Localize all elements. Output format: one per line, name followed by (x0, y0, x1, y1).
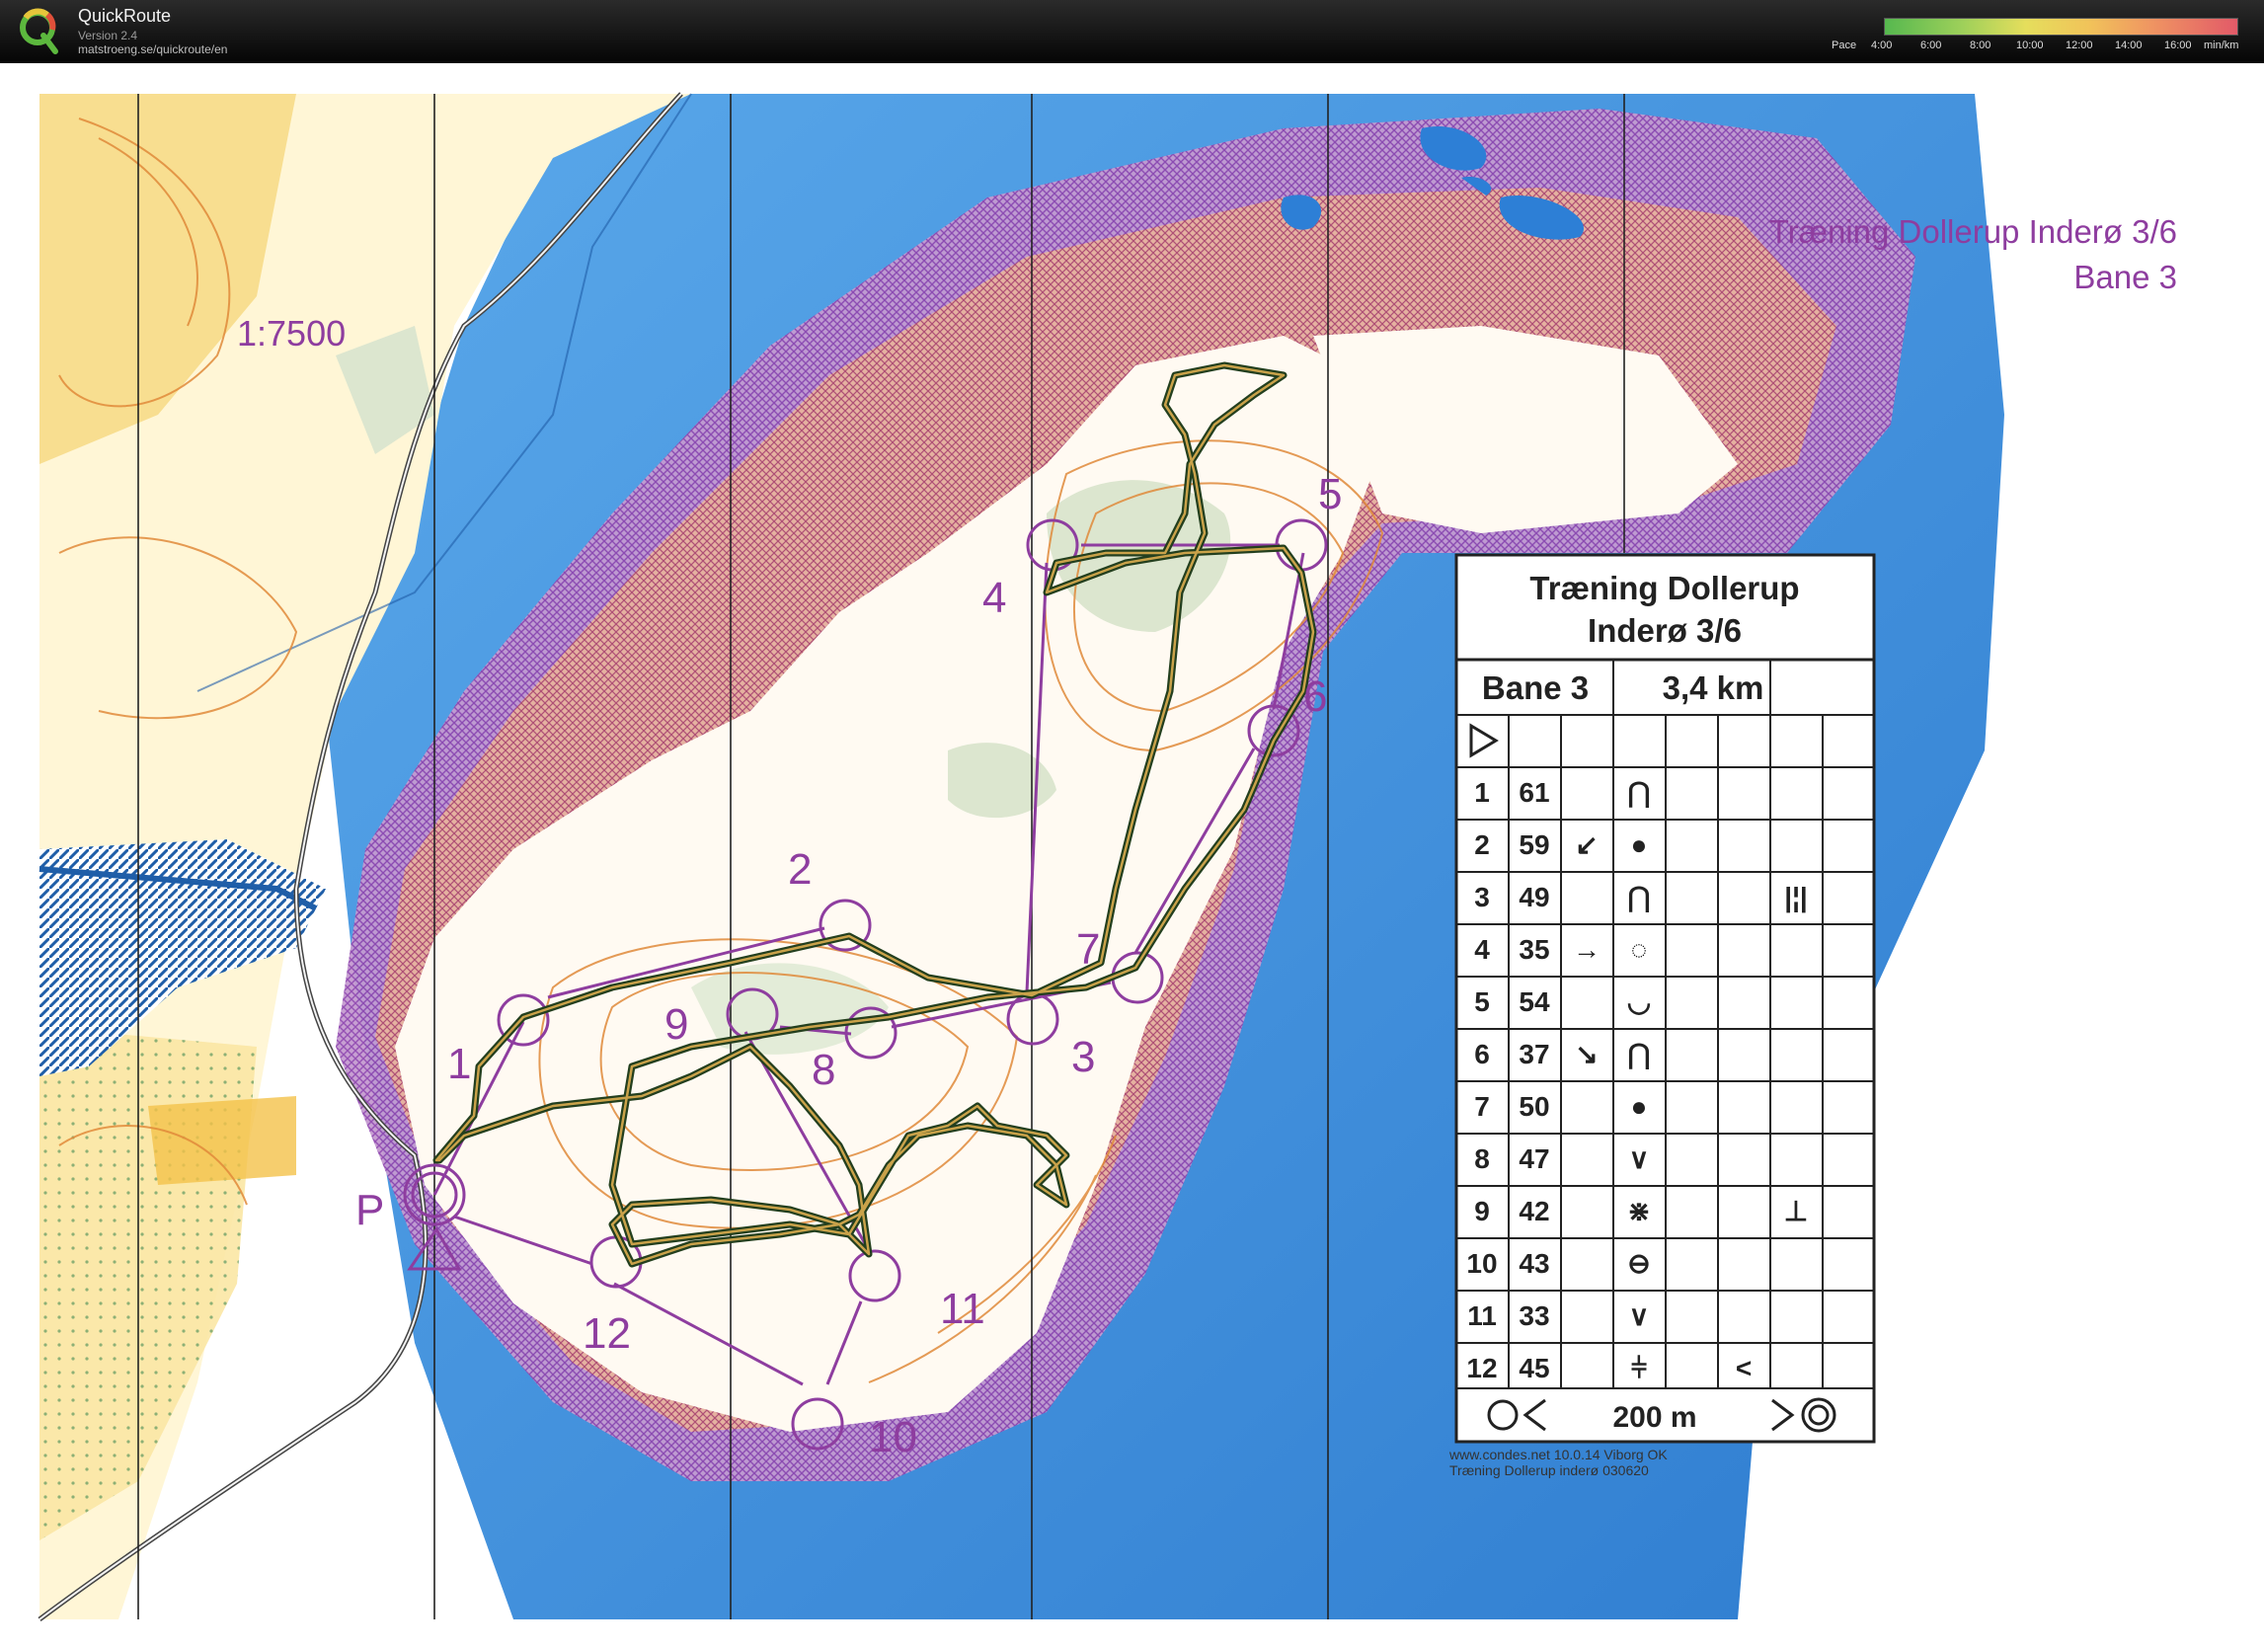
control-number: 5 (1318, 470, 1342, 518)
finish-distance: 200 m (1612, 1401, 1696, 1434)
pace-label: Pace (1832, 39, 1857, 51)
row-feature: ∨ (1629, 1143, 1650, 1174)
control-number: 8 (812, 1046, 835, 1094)
row-feature: ◡ (1627, 986, 1651, 1017)
row-number: 8 (1474, 1143, 1490, 1174)
control-number: 3 (1071, 1033, 1095, 1081)
row-code: 47 (1519, 1143, 1549, 1174)
row-feature: ⋇ (1627, 1196, 1650, 1226)
pace-legend: Pace 4:00 6:00 8:00 10:00 12:00 14:00 16… (1832, 16, 2256, 55)
row-code: 37 (1519, 1039, 1549, 1069)
row-code: 61 (1519, 777, 1549, 808)
row-feature: ⋂ (1628, 1039, 1651, 1069)
description-footer: www.condes.net 10.0.14 Viborg OK (1448, 1447, 1668, 1462)
description-title: Træning Dollerup (1529, 570, 1799, 606)
control-number: 12 (583, 1309, 631, 1358)
description-length: 3,4 km (1663, 669, 1764, 706)
app-header: QuickRoute Version 2.4 matstroeng.se/qui… (0, 0, 2264, 63)
row-number: 6 (1474, 1039, 1490, 1069)
row-feature: ∨ (1629, 1300, 1650, 1331)
control-number: 9 (664, 1000, 688, 1049)
app-url[interactable]: matstroeng.se/quickroute/en (78, 42, 227, 56)
row-number: 3 (1474, 882, 1490, 912)
description-course: Bane 3 (1482, 669, 1589, 706)
row-number: 4 (1474, 934, 1490, 965)
row-direction: ↘ (1575, 1039, 1598, 1069)
pace-color-scale (1884, 18, 2238, 36)
row-feature: ⋂ (1628, 777, 1651, 808)
parking-label: P (355, 1186, 384, 1234)
row-code: 45 (1519, 1353, 1549, 1383)
control-number: 2 (788, 845, 812, 894)
row-code: 42 (1519, 1196, 1549, 1226)
pace-tick: 10:00 (2016, 39, 2044, 51)
pace-unit: min/km (2204, 39, 2239, 51)
row-extra: < (1736, 1353, 1752, 1383)
pace-tick: 14:00 (2115, 39, 2143, 51)
pace-tick: 4:00 (1871, 39, 1893, 51)
map-canvas[interactable]: 1:7500 Træning Dollerup Inderø 3/6 Bane … (0, 63, 2264, 1652)
pace-tick: 12:00 (2066, 39, 2093, 51)
control-number: 11 (940, 1285, 985, 1333)
row-code: 50 (1519, 1091, 1549, 1122)
row-extra: |¦| (1784, 882, 1808, 912)
row-feature: ⋂ (1628, 882, 1651, 912)
row-number: 11 (1467, 1300, 1497, 1331)
row-number: 1 (1474, 777, 1490, 808)
description-subtitle: Inderø 3/6 (1588, 612, 1742, 649)
row-number: 10 (1466, 1248, 1497, 1279)
control-number: 7 (1076, 925, 1100, 974)
pace-tick: 16:00 (2164, 39, 2192, 51)
app-name: QuickRoute (78, 6, 172, 26)
control-number: 4 (982, 574, 1006, 622)
quickroute-logo-icon (20, 8, 58, 54)
control-number: 1 (447, 1040, 471, 1088)
row-feature: ⫩ (1631, 1353, 1647, 1383)
description-footer-2: Træning Dollerup inderø 030620 (1449, 1462, 1649, 1478)
row-number: 12 (1466, 1353, 1497, 1383)
row-feature: ● (1631, 1091, 1648, 1122)
row-code: 59 (1519, 829, 1549, 860)
map-title: Træning Dollerup Inderø 3/6 (1769, 213, 2177, 250)
pace-tick: 6:00 (1920, 39, 1942, 51)
row-feature: ⊖ (1627, 1248, 1650, 1279)
row-number: 7 (1474, 1091, 1490, 1122)
row-number: 2 (1474, 829, 1490, 860)
row-code: 43 (1519, 1248, 1549, 1279)
row-code: 49 (1519, 882, 1549, 912)
row-code: 33 (1519, 1300, 1549, 1331)
map-course-name: Bane 3 (2073, 259, 2177, 295)
row-direction: → (1573, 934, 1600, 965)
pace-tick: 8:00 (1970, 39, 1991, 51)
control-number: 10 (869, 1413, 917, 1461)
map-scale: 1:7500 (237, 313, 346, 354)
row-direction: ↙ (1575, 829, 1598, 860)
row-number: 5 (1474, 986, 1490, 1017)
row-code: 54 (1519, 986, 1550, 1017)
row-extra: ⊥ (1784, 1196, 1808, 1226)
orienteering-map[interactable]: 1:7500 Træning Dollerup Inderø 3/6 Bane … (0, 63, 2264, 1652)
control-description-table: Træning Dollerup Inderø 3/6 Bane 3 3,4 k… (1448, 553, 1876, 1478)
row-feature: ● (1631, 829, 1648, 860)
app-version: Version 2.4 (78, 29, 138, 42)
control-number: 6 (1303, 672, 1327, 721)
row-code: 35 (1519, 934, 1549, 965)
row-number: 9 (1474, 1196, 1490, 1226)
row-feature: ◌ (1631, 934, 1648, 965)
